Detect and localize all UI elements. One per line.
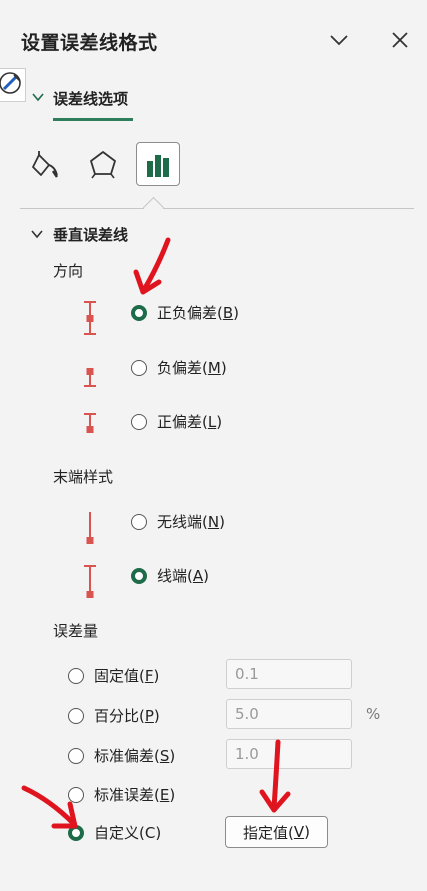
pane-title: 设置误差线格式 <box>21 32 158 54</box>
errorbar-options-tab[interactable] <box>136 142 180 186</box>
end-no-cap-option[interactable]: 无线端(N) <box>131 511 225 532</box>
no-cap-icon <box>86 512 94 544</box>
annotation-arrow-icon <box>133 237 171 295</box>
section-divider <box>20 208 414 209</box>
custom-label: 自定义(C) <box>94 824 162 842</box>
tab-underline <box>53 118 133 121</box>
radio-plus[interactable] <box>131 413 147 430</box>
direction-both-option[interactable]: 正负偏差(B) <box>131 302 239 323</box>
edit-brush-icon <box>0 72 21 94</box>
fixed-value-option[interactable]: 固定值(F) <box>68 665 159 686</box>
radio-cap[interactable] <box>131 567 147 584</box>
end-cap-option[interactable]: 线端(A) <box>131 565 209 586</box>
collapse-pane-button[interactable] <box>327 28 351 52</box>
std-dev-option[interactable]: 标准偏差(S) <box>68 745 175 766</box>
section-chevron-icon[interactable] <box>31 229 43 239</box>
close-pane-button[interactable] <box>388 28 412 52</box>
direction-minus-label: 负偏差(M) <box>157 359 227 377</box>
fill-bucket-icon <box>32 151 59 178</box>
std-dev-label: 标准偏差(S) <box>94 747 176 765</box>
percentage-option[interactable]: 百分比(P) <box>68 705 160 726</box>
section-title: 垂直误差线 <box>53 226 129 244</box>
error-amount-label: 误差量 <box>53 622 99 640</box>
specify-value-button[interactable]: 指定值(V) <box>225 816 328 848</box>
minus-direction-icon <box>84 368 96 387</box>
std-error-label: 标准误差(E) <box>94 786 176 804</box>
fixed-value-label: 固定值(F) <box>94 667 160 685</box>
close-icon <box>392 32 408 48</box>
effects-tab[interactable] <box>81 142 125 186</box>
end-no-cap-label: 无线端(N) <box>157 513 225 531</box>
fixed-value-input[interactable] <box>226 659 352 689</box>
annotation-arrow-icon <box>21 785 78 829</box>
direction-both-label: 正负偏差(B) <box>157 304 240 322</box>
percent-unit: % <box>366 705 381 723</box>
bar-chart-options-icon <box>147 155 169 177</box>
direction-minus-option[interactable]: 负偏差(M) <box>131 357 227 378</box>
radio-percentage[interactable] <box>68 707 84 724</box>
tab-errorbar-options[interactable]: 误差线选项 <box>53 88 128 109</box>
direction-plus-option[interactable]: 正偏差(L) <box>131 411 222 432</box>
percentage-input[interactable] <box>226 699 352 729</box>
cap-icon <box>84 565 96 598</box>
pentagon-effects-icon <box>90 151 116 179</box>
direction-label: 方向 <box>53 262 84 280</box>
percentage-label: 百分比(P) <box>94 707 160 725</box>
end-style-label: 末端样式 <box>53 468 114 486</box>
radio-no-cap[interactable] <box>131 513 147 530</box>
direction-plus-label: 正偏差(L) <box>157 413 223 431</box>
tab-chevron-icon <box>32 93 44 102</box>
both-direction-icon <box>84 301 96 335</box>
plus-direction-icon <box>84 413 96 433</box>
fill-line-tab[interactable] <box>24 142 68 186</box>
end-cap-label: 线端(A) <box>157 567 209 585</box>
radio-both[interactable] <box>131 304 147 321</box>
chevron-down-icon <box>330 35 348 46</box>
radio-std-dev[interactable] <box>68 747 84 764</box>
annotation-arrow-icon <box>259 739 291 813</box>
radio-minus[interactable] <box>131 359 147 376</box>
radio-fixed[interactable] <box>68 667 84 684</box>
side-tool-button[interactable] <box>0 68 26 102</box>
tab-pointer <box>142 196 165 219</box>
